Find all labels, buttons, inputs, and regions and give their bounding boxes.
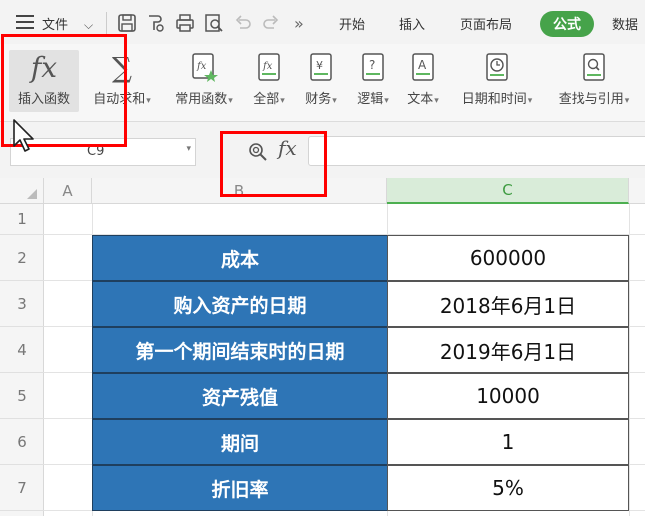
row-header-6[interactable]: 6 <box>0 419 44 465</box>
cell-b5[interactable]: 资产残值 <box>92 373 387 419</box>
row-header-7[interactable]: 7 <box>0 465 44 511</box>
dropdown-arrow-icon: ▾ <box>527 96 533 106</box>
lookup-reference-button[interactable]: 查找与引用▾ <box>550 50 638 112</box>
finance-label: 财务 <box>305 92 332 107</box>
common-functions-button[interactable]: fx 常用函数▾ <box>170 50 238 112</box>
dropdown-arrow-icon: ▾ <box>280 96 285 106</box>
finance-functions-button[interactable]: ¥ 财务▾ <box>300 50 342 112</box>
logic-label: 逻辑 <box>357 92 384 107</box>
svg-text:fx: fx <box>196 61 207 72</box>
cell-c4[interactable]: 2019年6月1日 <box>387 327 629 373</box>
cell-b2[interactable]: 成本 <box>92 235 387 281</box>
divider <box>106 12 107 34</box>
save-icon[interactable] <box>116 12 138 34</box>
finance-book-icon: ¥ <box>310 53 332 81</box>
dropdown-arrow-icon: ▾ <box>384 96 389 106</box>
tab-insert[interactable]: 插入 <box>399 12 425 34</box>
undo-icon[interactable] <box>232 12 254 34</box>
column-header-a[interactable]: A <box>44 178 92 204</box>
print-icon[interactable] <box>174 12 196 34</box>
table-row: 第一个期间结束时的日期 2019年6月1日 <box>92 327 629 373</box>
common-functions-icon: fx <box>192 53 218 82</box>
row-header-bar: 1 2 3 4 5 6 7 <box>0 204 44 516</box>
text-book-icon: A <box>412 53 434 81</box>
row-header-4[interactable]: 4 <box>0 327 44 373</box>
logic-book-icon: ? <box>362 53 384 81</box>
svg-text:?: ? <box>369 58 375 72</box>
svg-text:A: A <box>418 58 427 72</box>
dropdown-arrow-icon: ▾ <box>228 96 233 106</box>
cell-b3[interactable]: 购入资产的日期 <box>92 281 387 327</box>
text-functions-button[interactable]: A 文本▾ <box>402 50 444 112</box>
dropdown-arrow-icon: ▾ <box>332 96 337 106</box>
cell-c2[interactable]: 600000 <box>387 235 629 281</box>
format-painter-icon[interactable] <box>145 12 167 34</box>
table-row: 资产残值 10000 <box>92 373 629 419</box>
tab-page-layout[interactable]: 页面布局 <box>460 12 512 34</box>
svg-text:fx: fx <box>262 61 273 72</box>
all-functions-label: 全部 <box>253 92 280 107</box>
cell-c5[interactable]: 10000 <box>387 373 629 419</box>
row-header-5[interactable]: 5 <box>0 373 44 419</box>
text-label: 文本 <box>407 92 434 107</box>
date-time-functions-button[interactable]: 日期和时间▾ <box>454 50 540 112</box>
table-row: 期间 1 <box>92 419 629 465</box>
chevron-down-icon[interactable]: ⌵ <box>84 14 93 36</box>
redo-icon[interactable] <box>260 12 282 34</box>
print-preview-icon[interactable] <box>203 12 225 34</box>
clock-book-icon <box>486 53 508 81</box>
table-row: 购入资产的日期 2018年6月1日 <box>92 281 629 327</box>
row-header-3[interactable]: 3 <box>0 281 44 327</box>
all-functions-button[interactable]: fx 全部▾ <box>248 50 290 112</box>
cell-b6[interactable]: 期间 <box>92 419 387 465</box>
logic-functions-button[interactable]: ? 逻辑▾ <box>352 50 394 112</box>
mouse-cursor-icon <box>13 119 34 152</box>
lookup-label: 查找与引用 <box>558 92 624 107</box>
svg-text:¥: ¥ <box>316 59 323 72</box>
tab-formula[interactable]: 公式 <box>540 11 594 37</box>
all-functions-icon: fx <box>258 53 280 81</box>
common-functions-label: 常用函数 <box>175 92 228 107</box>
chevron-down-icon[interactable]: ▾ <box>186 144 191 154</box>
table-row: 成本 600000 <box>92 235 629 281</box>
menu-icon[interactable] <box>16 15 34 31</box>
row-header-1[interactable]: 1 <box>0 204 44 235</box>
lookup-book-icon <box>583 53 605 81</box>
dropdown-arrow-icon: ▾ <box>624 96 630 106</box>
cell-b7[interactable]: 折旧率 <box>92 465 387 511</box>
file-menu[interactable]: 文件 <box>42 12 68 34</box>
row-header-2[interactable]: 2 <box>0 235 44 281</box>
table-row: 折旧率 5% <box>92 465 629 511</box>
tab-data[interactable]: 数据 <box>612 12 638 34</box>
cell-c7[interactable]: 5% <box>387 465 629 511</box>
cell-b4[interactable]: 第一个期间结束时的日期 <box>92 327 387 373</box>
date-time-label: 日期和时间 <box>461 92 527 107</box>
dropdown-arrow-icon: ▾ <box>434 96 439 106</box>
more-icon[interactable]: » <box>294 12 304 34</box>
formula-input[interactable] <box>308 136 645 166</box>
cell-c6[interactable]: 1 <box>387 419 629 465</box>
select-all-corner[interactable] <box>0 178 44 204</box>
cell-c3[interactable]: 2018年6月1日 <box>387 281 629 327</box>
column-header-c[interactable]: C <box>387 178 629 204</box>
tab-start[interactable]: 开始 <box>339 12 365 34</box>
dropdown-arrow-icon: ▾ <box>146 96 151 106</box>
highlight-box-formula-bar-fx <box>220 131 327 197</box>
